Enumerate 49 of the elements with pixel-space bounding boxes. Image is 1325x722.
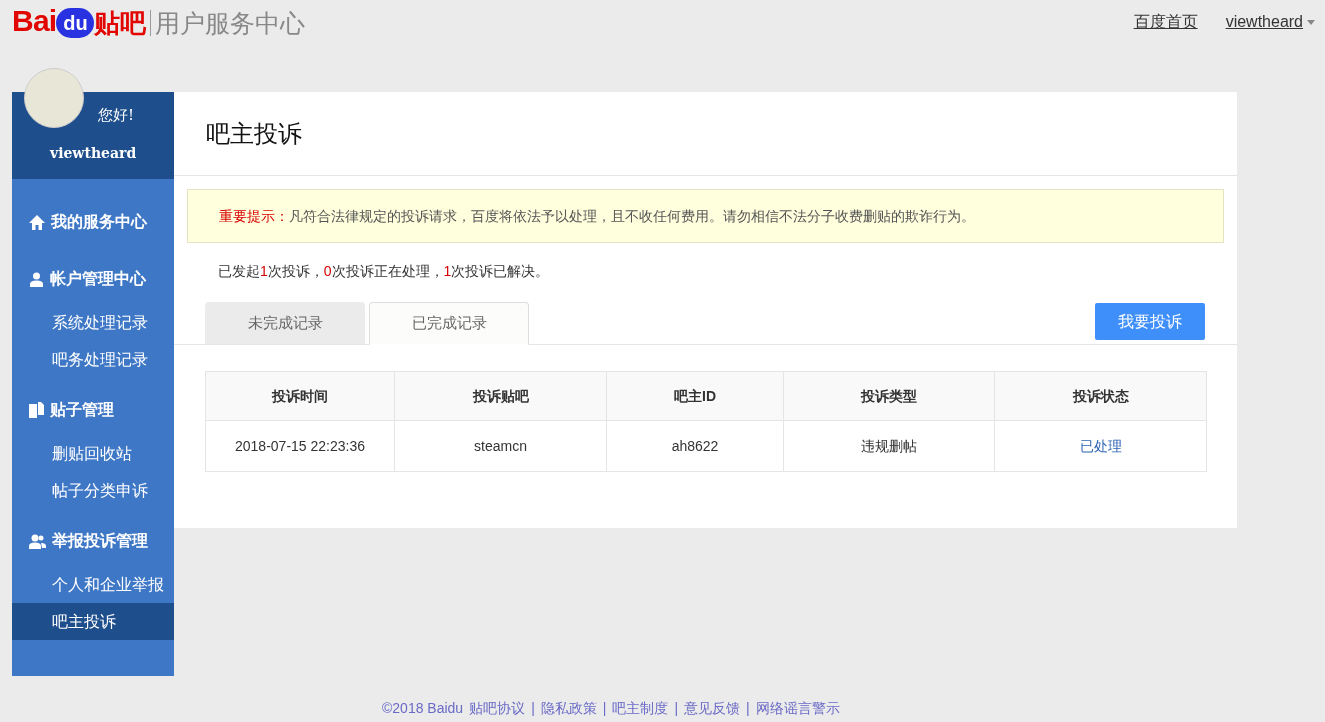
- column-header: 投诉贴吧: [394, 371, 607, 421]
- column-header: 投诉状态: [994, 371, 1207, 421]
- sidebar-section-title[interactable]: 贴子管理: [50, 398, 114, 422]
- table-cell: 违规删帖: [783, 420, 995, 472]
- sidebar-item[interactable]: 吧主投诉: [12, 603, 174, 640]
- complain-button[interactable]: 我要投诉: [1095, 303, 1205, 340]
- table-cell: 2018-07-15 22:23:36: [205, 420, 395, 472]
- logo-paw-badge: du: [56, 8, 95, 38]
- sidebar-item[interactable]: 删贴回收站: [12, 435, 174, 472]
- home-link[interactable]: 百度首页: [1133, 10, 1198, 34]
- sidebar-section-title[interactable]: 我的服务中心: [51, 210, 147, 234]
- footer-link[interactable]: 意见反馈: [684, 698, 741, 719]
- separator: |: [531, 699, 535, 718]
- document-icon: [29, 402, 44, 418]
- footer-link[interactable]: 隐私政策: [540, 698, 597, 719]
- tab[interactable]: 已完成记录: [369, 302, 529, 345]
- logo-text: Bai: [12, 6, 57, 36]
- user-icon: [29, 271, 44, 287]
- logo-text: 贴吧: [94, 10, 147, 36]
- separator: |: [602, 699, 607, 718]
- greeting: 您好!: [98, 105, 135, 126]
- column-header: 投诉类型: [783, 371, 995, 421]
- site-subtitle: 用户服务中心: [155, 11, 306, 36]
- sidebar-section-title[interactable]: 帐户管理中心: [50, 267, 146, 291]
- caret-icon: [1307, 19, 1315, 25]
- notice-text: 重要提示：凡符合法律规定的投诉请求，百度将依法予以处理，且不收任何费用。请勿相信不法分子收费删贴的欺诈行为。: [219, 206, 975, 226]
- user-menu[interactable]: viewtheard: [1225, 10, 1315, 34]
- column-header: 投诉时间: [205, 371, 395, 421]
- footer-link[interactable]: 贴吧协议: [469, 698, 526, 719]
- username: viewtheard: [50, 144, 137, 163]
- complaint-summary: 已发起1次投诉，0次投诉正在处理，1次投诉已解决。: [218, 262, 550, 281]
- table-cell: ah8622: [606, 420, 784, 472]
- sidebar-item[interactable]: 吧务处理记录: [12, 341, 174, 378]
- footer-link[interactable]: 网络谣言警示: [755, 698, 840, 719]
- separator: |: [674, 699, 679, 718]
- footer-link[interactable]: 吧主制度: [612, 698, 669, 719]
- table-cell: steamcn: [394, 420, 607, 472]
- sidebar-section-title[interactable]: 举报投诉管理: [52, 529, 148, 553]
- users-icon: [29, 533, 46, 549]
- sidebar-item[interactable]: 个人和企业举报: [12, 566, 174, 603]
- copyright: ©2018 Baidu: [382, 699, 464, 718]
- home-icon: [29, 214, 45, 230]
- sidebar-item[interactable]: 系统处理记录: [12, 304, 174, 341]
- separator: |: [746, 699, 750, 718]
- tab[interactable]: 未完成记录: [205, 302, 365, 344]
- column-header: 吧主ID: [606, 371, 784, 421]
- status-link[interactable]: 已处理: [994, 420, 1207, 472]
- sidebar-item[interactable]: 帖子分类申诉: [12, 472, 174, 509]
- page-title: 吧主投诉: [206, 118, 302, 149]
